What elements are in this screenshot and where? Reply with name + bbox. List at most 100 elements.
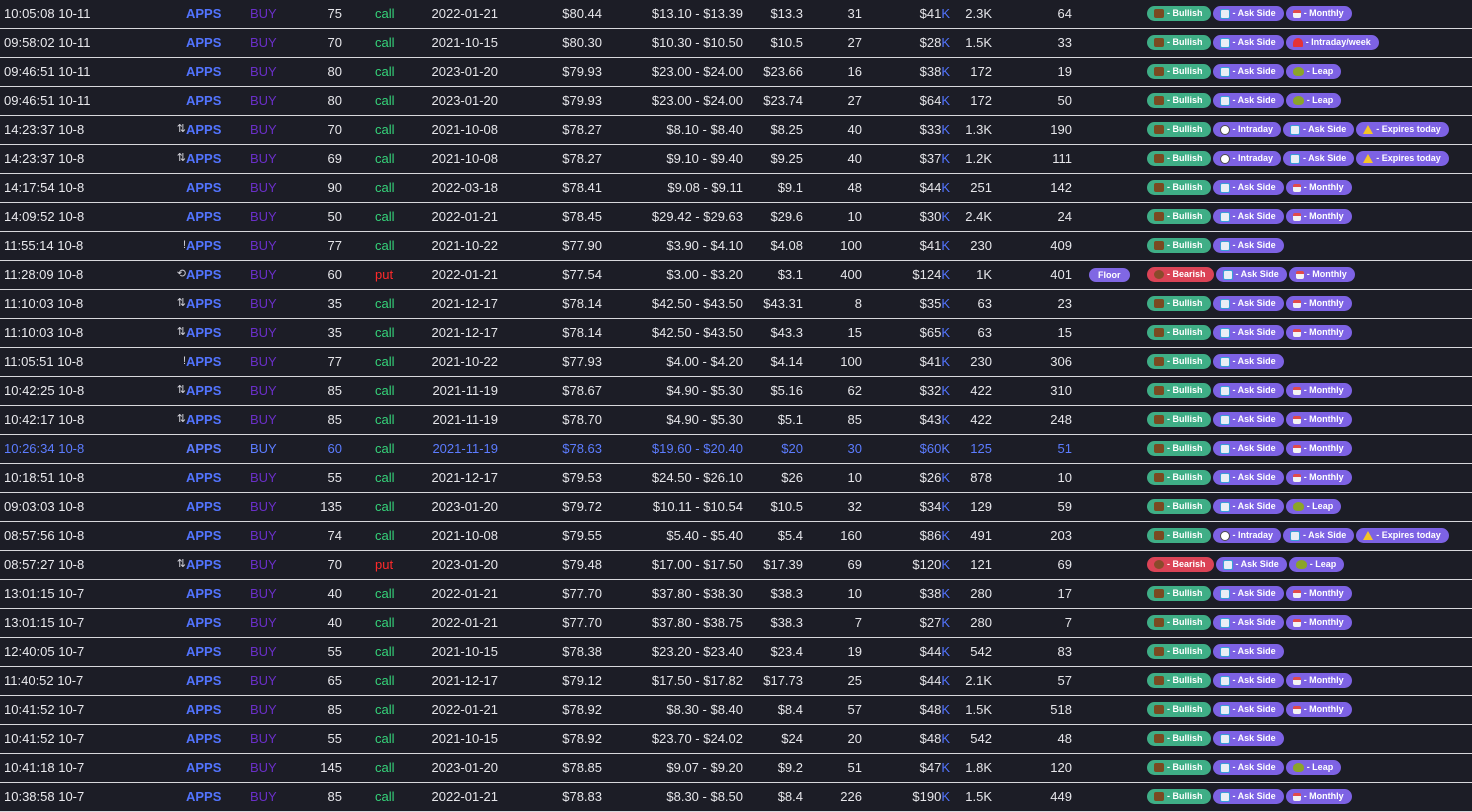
table-row[interactable]: 14:17:54 10-8 APPS BUY 90 call 2022-03-18 $78.… <box>0 174 1472 203</box>
table-row[interactable]: 09:58:02 10-11 APPS BUY 70 call 2021-10-15 $80… <box>0 29 1472 58</box>
table-row[interactable]: 10:41:52 10-7 APPS BUY 85 call 2022-01-21 $78.… <box>0 696 1472 725</box>
tag-label: - Ask Side <box>1232 95 1276 105</box>
bull-icon <box>1154 67 1164 76</box>
symbol-link[interactable]: APPS <box>186 464 221 491</box>
symbol-link[interactable]: APPS <box>186 261 221 288</box>
symbol-link[interactable]: APPS <box>186 522 221 549</box>
volume-cell: 542 <box>970 644 992 659</box>
table-row[interactable]: 14:23:37 10-8 ⇅ APPS BUY 70 call 2021-10-08 $78… <box>0 116 1472 145</box>
table-row[interactable]: 08:57:56 10-8 APPS BUY 74 call 2021-10-08 $79.… <box>0 522 1472 551</box>
table-row[interactable]: 14:09:52 10-8 APPS BUY 50 call 2022-01-21 $78.… <box>0 203 1472 232</box>
table-row[interactable]: 13:01:15 10-7 APPS BUY 40 call 2022-01-21 $77.… <box>0 609 1472 638</box>
strike-cell: 60 <box>327 441 342 456</box>
table-row[interactable]: 11:40:52 10-7 APPS BUY 65 call 2021-12-17 $79.… <box>0 667 1472 696</box>
time-cell: 11:40:52 10-7 <box>4 673 84 688</box>
open-interest-cell: 48 <box>1057 731 1072 746</box>
table-row[interactable]: 11:10:03 10-8 ⇅ APPS BUY 35 call 2021-12-17 $78… <box>0 319 1472 348</box>
symbol-link[interactable]: APPS <box>186 580 221 607</box>
table-row[interactable]: 13:01:15 10-7 APPS BUY 40 call 2022-01-21 $77.… <box>0 580 1472 609</box>
table-row[interactable]: 11:05:51 10-8! APPS BUY 77 call 2021-10-22 $77… <box>0 348 1472 377</box>
symbol-link[interactable]: APPS <box>186 783 221 810</box>
symbol-link[interactable]: APPS <box>186 493 221 520</box>
table-row[interactable]: 11:10:03 10-8 ⇅ APPS BUY 35 call 2021-12-17 $78… <box>0 290 1472 319</box>
symbol-link[interactable]: APPS <box>186 667 221 694</box>
bid-ask-cell: $5.40 - $5.40 <box>666 528 743 543</box>
tag-label: - Bullish <box>1167 66 1203 76</box>
table-row[interactable]: 10:26:34 10-8 APPS BUY 60 call 2021-11-19 $78.… <box>0 435 1472 464</box>
calendar-icon <box>1292 792 1301 801</box>
flow-flag-icon: ⇅ <box>176 326 186 338</box>
chart-icon <box>1222 269 1233 280</box>
table-row[interactable]: 09:03:03 10-8 APPS BUY 135 call 2023-01-20 $79… <box>0 493 1472 522</box>
symbol-link[interactable]: APPS <box>186 232 221 259</box>
symbol-link[interactable]: APPS <box>186 145 221 172</box>
calendar-icon <box>1295 270 1304 279</box>
symbol-link[interactable]: APPS <box>186 116 221 143</box>
side-cell: BUY <box>250 644 277 659</box>
symbol-link[interactable]: APPS <box>186 725 221 752</box>
symbol-link[interactable]: APPS <box>186 290 221 317</box>
option-type-cell: put <box>375 267 394 282</box>
calendar-icon <box>1292 386 1301 395</box>
symbol-link[interactable]: APPS <box>186 319 221 346</box>
table-row[interactable]: 10:42:17 10-8 ⇅ APPS BUY 85 call 2021-11-19 $78… <box>0 406 1472 435</box>
turtle-icon <box>1292 67 1304 76</box>
symbol-link[interactable]: APPS <box>186 638 221 665</box>
symbol-link[interactable]: APPS <box>186 696 221 723</box>
table-row[interactable]: 10:38:58 10-7 APPS BUY 85 call 2022-01-21 $78.… <box>0 783 1472 812</box>
symbol-link[interactable]: APPS <box>186 609 221 636</box>
premium-unit: K <box>941 35 950 50</box>
symbol-link[interactable]: APPS <box>186 406 221 433</box>
bid-ask-cell: $9.07 - $9.20 <box>666 760 743 775</box>
table-row[interactable]: 11:28:09 10-8 ⟲ APPS BUY 60 put 2022-01-21 $77.… <box>0 261 1472 290</box>
tag-askside: - Ask Side <box>1212 383 1284 398</box>
bull-icon <box>1154 792 1164 801</box>
table-row[interactable]: 10:05:08 10-11 APPS BUY 75 call 2022-01-21 $80… <box>0 0 1472 29</box>
side-cell: BUY <box>250 93 277 108</box>
table-row[interactable]: 09:46:51 10-11 APPS BUY 80 call 2023-01-20 $79… <box>0 87 1472 116</box>
strike-cell: 40 <box>327 615 342 630</box>
tag-label: - Ask Side <box>1232 182 1276 192</box>
table-row[interactable]: 08:57:27 10-8 ⇅ APPS BUY 70 put 2023-01-20 $79.… <box>0 551 1472 580</box>
table-row[interactable]: 10:41:18 10-7 APPS BUY 145 call 2023-01-20 $78… <box>0 754 1472 783</box>
symbol-link[interactable]: APPS <box>186 87 221 114</box>
premium-value: $44 <box>919 673 942 688</box>
table-row[interactable]: 10:18:51 10-8 APPS BUY 55 call 2021-12-17 $79.… <box>0 464 1472 493</box>
symbol-link[interactable]: APPS <box>186 754 221 781</box>
symbol-link[interactable]: APPS <box>186 435 221 462</box>
symbol-link[interactable]: APPS <box>186 29 221 56</box>
open-interest-cell: 83 <box>1057 644 1072 659</box>
tag-bullish: - Bullish <box>1147 383 1211 398</box>
premium-unit: K <box>941 383 950 398</box>
table-row[interactable]: 10:41:52 10-7 APPS BUY 55 call 2021-10-15 $78.… <box>0 725 1472 754</box>
open-interest-cell: 24 <box>1057 209 1072 224</box>
bid-ask-cell: $42.50 - $43.50 <box>651 296 743 311</box>
table-row[interactable]: 10:42:25 10-8 ⇅ APPS BUY 85 call 2021-11-19 $78… <box>0 377 1472 406</box>
premium-value: $44 <box>919 180 942 195</box>
tag-label: - Bullish <box>1167 182 1203 192</box>
open-interest-cell: 190 <box>1050 122 1072 137</box>
bull-icon <box>1154 154 1164 163</box>
strike-cell: 135 <box>320 499 342 514</box>
table-row[interactable]: 09:46:51 10-11 APPS BUY 80 call 2023-01-20 $79… <box>0 58 1472 87</box>
time-cell: 10:41:52 10-7 <box>4 731 85 746</box>
symbol-link[interactable]: APPS <box>186 377 221 404</box>
spot-price-cell: $80.30 <box>562 35 602 50</box>
size-cell: 30 <box>847 441 862 456</box>
option-type-cell: call <box>375 64 395 79</box>
symbol-link[interactable]: APPS <box>186 174 221 201</box>
table-row[interactable]: 12:40:05 10-7 APPS BUY 55 call 2021-10-15 $78.… <box>0 638 1472 667</box>
size-cell: 31 <box>847 6 862 21</box>
table-row[interactable]: 11:55:14 10-8! APPS BUY 77 call 2021-10-22 $77… <box>0 232 1472 261</box>
fill-price-cell: $8.4 <box>777 789 803 804</box>
symbol-link[interactable]: APPS <box>186 348 221 375</box>
premium-cell: $47K <box>880 754 950 781</box>
symbol-link[interactable]: APPS <box>186 203 221 230</box>
symbol-link[interactable]: APPS <box>186 551 221 578</box>
tag-monthly: - Monthly <box>1285 702 1352 717</box>
symbol-link[interactable]: APPS <box>186 58 221 85</box>
chart-icon <box>1290 153 1301 164</box>
table-row[interactable]: 14:23:37 10-8 ⇅ APPS BUY 69 call 2021-10-08 $78… <box>0 145 1472 174</box>
symbol-link[interactable]: APPS <box>186 0 221 27</box>
chart-icon <box>1219 385 1230 396</box>
